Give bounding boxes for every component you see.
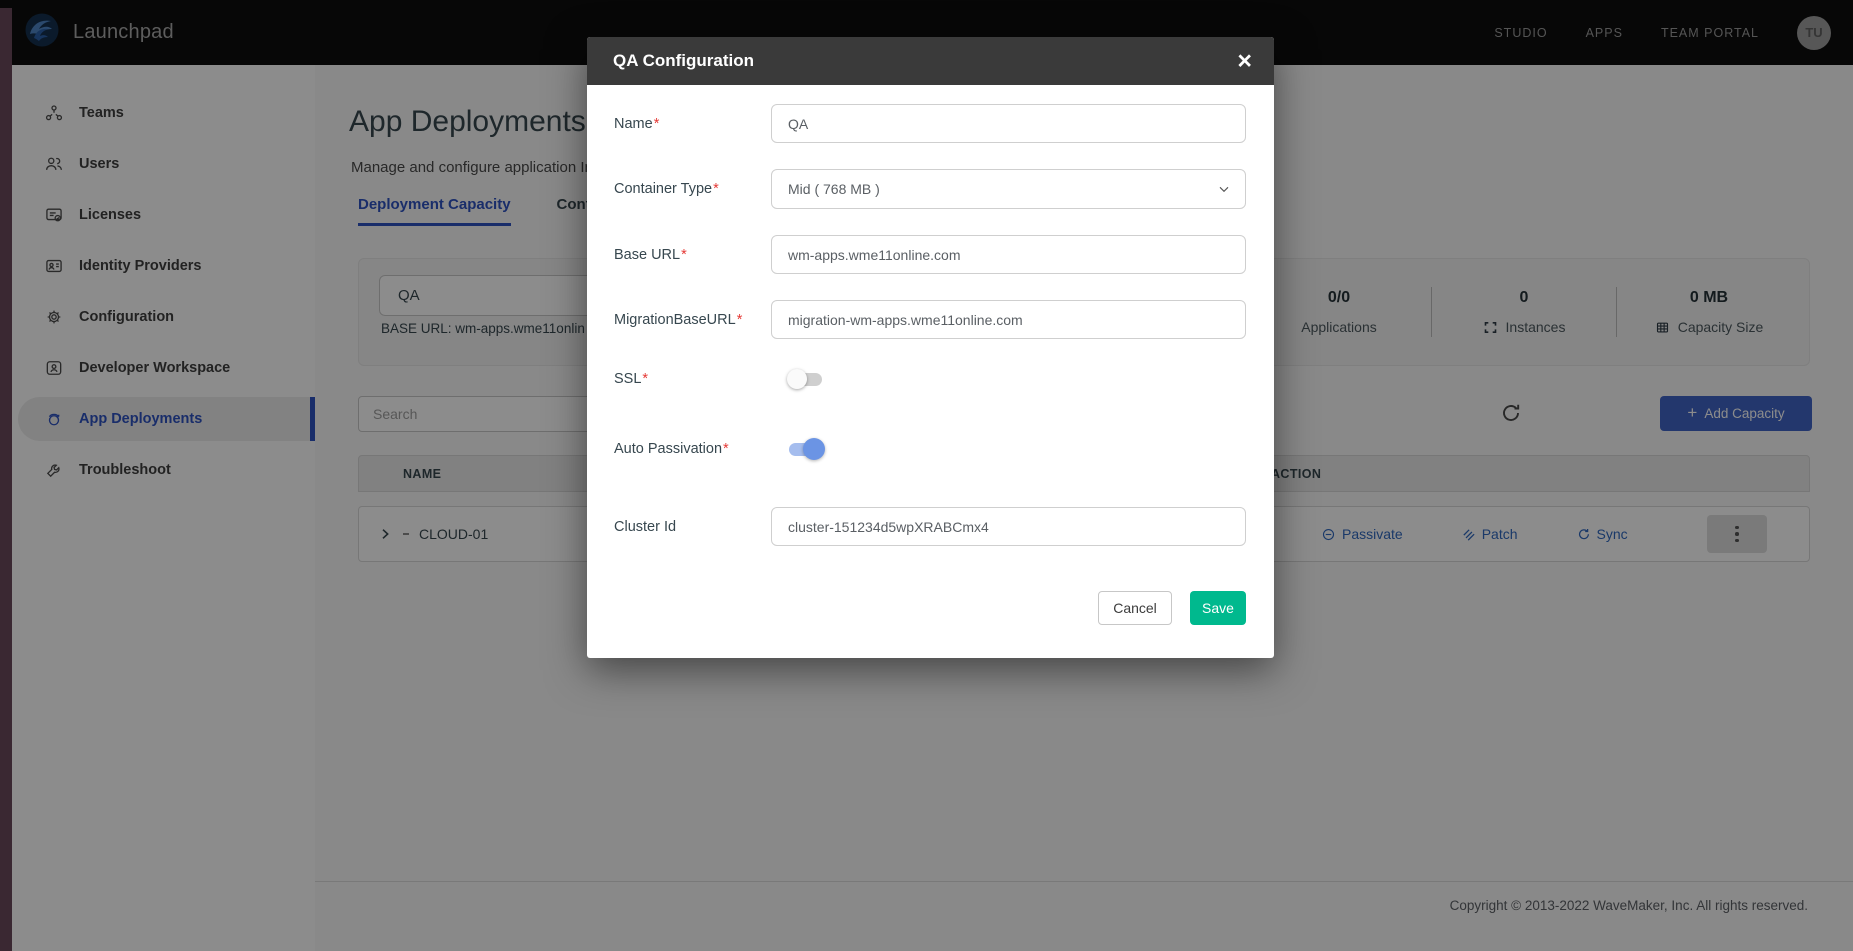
required-asterisk: * (642, 371, 648, 387)
auto-passivation-field-label: Auto Passivation (614, 441, 722, 457)
migration-base-url-field[interactable] (771, 300, 1246, 339)
modal-header: QA Configuration × (587, 37, 1274, 85)
modal-actions: Cancel Save (614, 591, 1246, 625)
ssl-field-label: SSL (614, 371, 641, 387)
cancel-button[interactable]: Cancel (1098, 591, 1172, 625)
chevron-down-icon (1216, 181, 1232, 202)
cluster-id-field-label: Cluster Id (614, 519, 676, 535)
required-asterisk: * (713, 181, 719, 197)
required-asterisk: * (737, 312, 743, 328)
modal-title: QA Configuration (613, 51, 754, 71)
save-button[interactable]: Save (1190, 591, 1246, 625)
field-row-auto-passivation: Auto Passivation* (614, 433, 1246, 465)
container-type-field-label: Container Type (614, 181, 712, 197)
base-url-field[interactable] (771, 235, 1246, 274)
close-icon[interactable]: × (1237, 49, 1252, 74)
field-row-base-url: Base URL* (614, 235, 1246, 274)
base-url-field-label: Base URL (614, 247, 680, 263)
field-row-ssl: SSL* (614, 363, 1246, 395)
ssl-toggle[interactable] (787, 368, 824, 390)
auto-passivation-toggle[interactable] (787, 438, 824, 460)
required-asterisk: * (681, 247, 687, 263)
field-row-migration-base-url: MigrationBaseURL* (614, 300, 1246, 339)
cluster-id-field[interactable] (771, 507, 1246, 546)
qa-configuration-modal: QA Configuration × Name* Container Type*… (587, 37, 1274, 658)
migration-base-url-field-label: MigrationBaseURL (614, 312, 736, 328)
required-asterisk: * (723, 441, 729, 457)
required-asterisk: * (654, 116, 660, 132)
field-row-name: Name* (614, 104, 1246, 143)
name-field[interactable] (771, 104, 1246, 143)
name-field-label: Name (614, 116, 653, 132)
container-type-select[interactable]: Mid ( 768 MB ) (771, 169, 1246, 209)
field-row-container-type: Container Type* Mid ( 768 MB ) (614, 169, 1246, 209)
field-row-cluster-id: Cluster Id (614, 507, 1246, 546)
